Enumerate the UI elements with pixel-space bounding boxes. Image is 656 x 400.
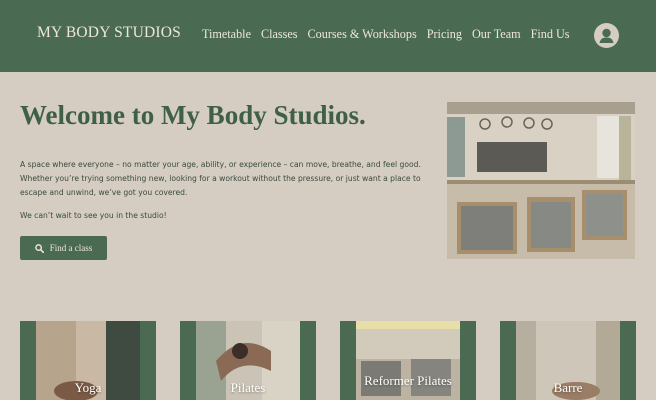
- intro-paragraph: A space where everyone – no matter your …: [20, 160, 421, 198]
- class-label-pilates: Pilates: [230, 380, 266, 395]
- class-photo-reformer: [356, 321, 460, 400]
- nav-our-team[interactable]: Our Team: [472, 27, 521, 42]
- nav-courses-workshops[interactable]: Courses & Workshops: [308, 27, 417, 42]
- studio-photo: [447, 102, 635, 259]
- class-card-pilates[interactable]: Pilates: [180, 321, 316, 400]
- user-icon: [599, 28, 614, 43]
- nav-timetable[interactable]: Timetable: [202, 27, 251, 42]
- find-class-label: Find a class: [49, 243, 93, 253]
- main-nav: Timetable Classes Courses & Workshops Pr…: [202, 27, 580, 42]
- logo[interactable]: MY BODY STUDIOS: [37, 24, 181, 42]
- nav-find-us[interactable]: Find Us: [531, 27, 570, 42]
- class-card-reformer-pilates[interactable]: Reformer Pilates: [340, 321, 476, 400]
- page-title: Welcome to My Body Studios.: [20, 100, 366, 130]
- class-card-yoga[interactable]: Yoga: [20, 321, 156, 400]
- welcome-note: We can’t wait to see you in the studio!: [20, 211, 167, 220]
- class-label-reformer-pilates: Reformer Pilates: [364, 373, 452, 388]
- find-class-button[interactable]: Find a class: [20, 236, 107, 260]
- site-header: MY BODY STUDIOS Timetable Classes Course…: [0, 0, 656, 72]
- search-icon: [34, 243, 44, 253]
- class-card-barre[interactable]: Barre: [500, 321, 636, 400]
- class-label-barre: Barre: [553, 380, 583, 395]
- nav-pricing[interactable]: Pricing: [427, 27, 462, 42]
- nav-classes[interactable]: Classes: [261, 27, 298, 42]
- account-avatar[interactable]: [594, 23, 619, 48]
- class-label-yoga: Yoga: [74, 380, 102, 395]
